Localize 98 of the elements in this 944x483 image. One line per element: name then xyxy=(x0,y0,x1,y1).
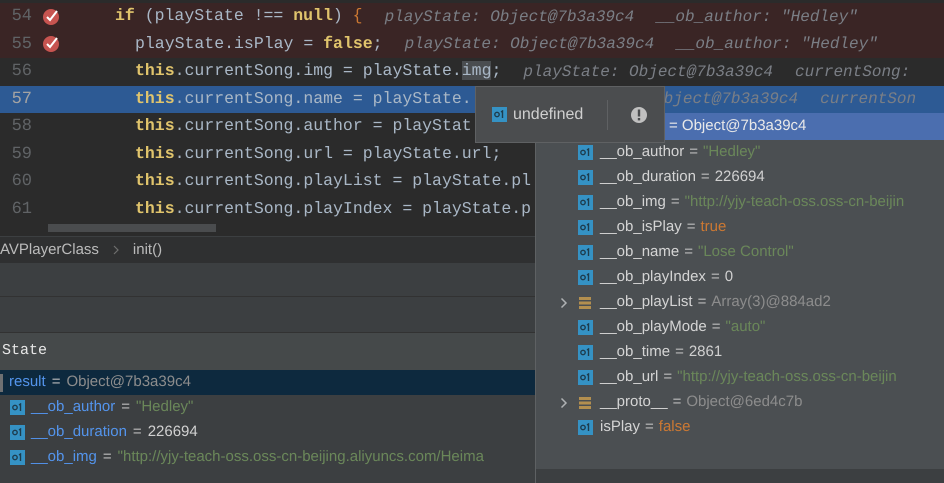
line-number: 54 xyxy=(10,6,32,28)
primitive-icon xyxy=(10,400,25,415)
variable-value: Object@7b3a39c4 xyxy=(66,372,191,392)
horizontal-scrollbar[interactable] xyxy=(48,224,216,232)
variable-name: __ob_name xyxy=(600,242,680,262)
variable-name: __ob_playMode xyxy=(600,317,707,338)
variable-value: "http://yjy-teach-oss.oss-cn-beijin xyxy=(677,367,897,388)
primitive-icon xyxy=(578,195,593,210)
code-line: this.currentSong.url = playState.url; xyxy=(135,142,502,165)
array-icon xyxy=(578,296,592,310)
line-number: 56 xyxy=(10,61,32,83)
array-icon xyxy=(578,396,592,410)
panel-title: State xyxy=(2,341,48,362)
variable-name: __ob_author xyxy=(600,142,684,162)
equals-sign: = xyxy=(698,292,706,312)
primitive-icon xyxy=(578,145,593,160)
primitive-icon xyxy=(578,345,593,360)
primitive-icon xyxy=(578,220,593,235)
variable-value: "http://yjy-teach-oss.oss-cn-beijing.aliyuncs.com/Heima xyxy=(118,447,484,468)
variable-name: isPlay xyxy=(600,417,640,438)
equals-sign: = xyxy=(686,217,696,238)
variable-value: "auto" xyxy=(726,317,766,338)
inline-hint: currentSong: xyxy=(795,62,910,83)
equals-sign: = xyxy=(675,342,684,362)
code-line: this.currentSong.playList = playState.pl xyxy=(135,170,532,192)
primitive-icon xyxy=(578,370,593,385)
variable-name: __ob_playList xyxy=(600,292,693,312)
inline-hint: bject@7b3a39c4 xyxy=(664,89,798,110)
variable-name: __ob_author xyxy=(31,397,116,418)
equals-sign: = xyxy=(663,367,672,388)
primitive-icon xyxy=(578,270,593,285)
chevron-icon xyxy=(112,245,119,255)
code-line: this.currentSong.author = playStat xyxy=(135,115,472,138)
equals-sign: = xyxy=(670,192,680,212)
code-line: this.currentSong.name = playState. xyxy=(135,88,472,110)
variable-value: false xyxy=(658,417,690,438)
line-number: 60 xyxy=(10,171,32,193)
variable-name: result xyxy=(9,372,46,392)
inline-hint: __ob_author: "Hedley" xyxy=(676,34,878,56)
inline-hint: __ob_author: "Hedley" xyxy=(656,6,858,28)
primitive-icon xyxy=(578,170,593,185)
variable-value: Object@6ed4c7b xyxy=(686,392,802,412)
variable-value: 226694 xyxy=(714,167,765,188)
variable-name: __proto__ xyxy=(600,392,668,412)
variable-name: __ob_img xyxy=(600,192,666,212)
equals-sign: = xyxy=(102,447,112,468)
variable-value: true xyxy=(700,217,726,238)
variable-value: "Hedley" xyxy=(703,142,760,162)
variable-value: 2861 xyxy=(688,342,722,362)
variable-name: __ob_url xyxy=(600,367,658,388)
variable-value: "Lose Control" xyxy=(698,242,794,262)
primitive-icon xyxy=(578,245,593,260)
variable-value: 0 xyxy=(724,267,734,288)
code-line: this.currentSong.playIndex = playState.p xyxy=(135,198,532,220)
equals-sign: = xyxy=(132,422,142,442)
line-number: 57 xyxy=(10,88,32,110)
equals-sign: = xyxy=(121,397,130,418)
line-number: 55 xyxy=(10,34,32,56)
code-line: playState.isPlay = false; xyxy=(135,32,383,55)
variable-row[interactable]: __ob_img = "http://yjy-teach-oss.oss-cn-beijing.aliyuncs.com/Heima xyxy=(0,445,944,470)
tree-line-icon xyxy=(0,374,3,392)
variable-value: Array(3)@884ad2 xyxy=(711,292,831,312)
variable-name: __ob_img xyxy=(31,447,97,468)
equals-sign: = xyxy=(52,372,60,392)
variable-name: __ob_isPlay xyxy=(600,217,682,238)
inline-hint: playState: Object@7b3a39c4 xyxy=(384,6,634,28)
equals-sign: = xyxy=(712,317,721,338)
primitive-icon xyxy=(10,450,25,465)
line-number: 59 xyxy=(10,144,32,166)
inline-hint: playState: Object@7b3a39c4 xyxy=(523,62,774,83)
variable-name: __ob_playIndex xyxy=(600,267,706,288)
equals-sign: = xyxy=(710,267,720,288)
warning-icon[interactable] xyxy=(630,106,648,124)
inline-hint: playState: Object@7b3a39c4 xyxy=(404,34,654,56)
primitive-icon xyxy=(492,107,507,122)
primitive-icon xyxy=(10,425,25,440)
equals-sign: = xyxy=(684,242,693,262)
breadcrumb-item[interactable]: AVPlayerClass xyxy=(0,238,99,262)
line-number: 58 xyxy=(10,116,32,138)
equals-sign: = xyxy=(700,167,710,188)
inline-hint: currentSon xyxy=(820,89,916,110)
breakpoint-icon[interactable] xyxy=(42,8,60,26)
variable-value: "http://yjy-teach-oss.oss-cn-beijin xyxy=(684,192,904,212)
line-number: 61 xyxy=(10,198,32,220)
variable-name: __ob_duration xyxy=(600,167,696,188)
variable-name: __ob_time xyxy=(600,342,670,362)
primitive-icon xyxy=(578,420,593,435)
breakpoint-icon[interactable] xyxy=(42,35,60,54)
primitive-icon xyxy=(578,320,593,335)
code-line: if (playState !== null) { xyxy=(115,5,363,28)
variable-value: "Hedley" xyxy=(136,397,194,418)
equals-sign: = xyxy=(689,142,698,162)
breadcrumb-item[interactable]: init() xyxy=(132,238,162,262)
equals-sign: = xyxy=(672,392,682,412)
variable-value: 226694 xyxy=(148,422,198,442)
equals-sign: = xyxy=(645,417,654,438)
variable-name: __ob_duration xyxy=(31,422,127,442)
code-line: this.currentSong.img = playState.img; xyxy=(135,60,502,82)
